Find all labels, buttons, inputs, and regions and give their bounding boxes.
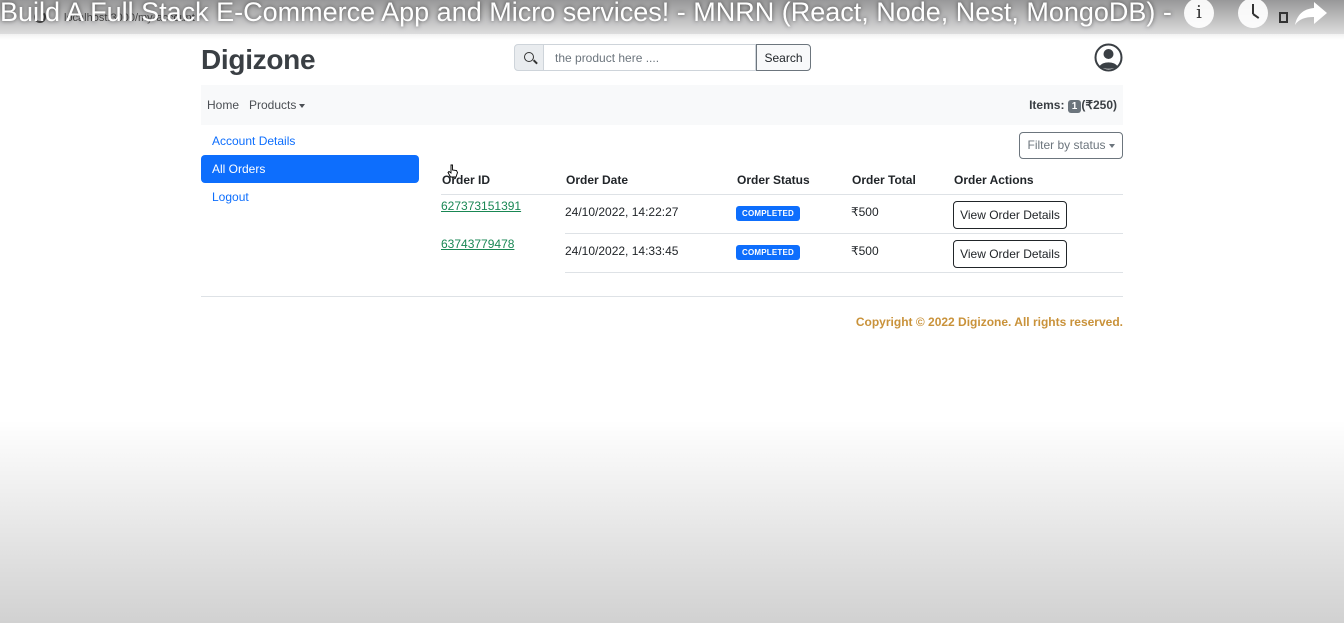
nav-products-dropdown[interactable]: Products [249,98,306,112]
order-date: 24/10/2022, 14:33:45 [565,233,736,273]
filter-by-status-dropdown[interactable]: Filter by status [1019,132,1123,159]
chevron-down-icon [299,103,306,108]
column-header: Order Total [851,166,953,195]
account-sidebar: Account Details All Orders Logout [201,126,419,211]
order-date: 24/10/2022, 14:22:27 [565,194,736,234]
table-row: 63743779478 24/10/2022, 14:33:45 COMPLET… [441,233,1123,273]
footer-copyright: Copyright © 2022 Digizone. All rights re… [855,315,1123,329]
order-id-link[interactable]: 627373151391 [441,199,521,213]
order-id-cell: 63743779478 [441,233,565,272]
nav-products-label: Products [249,98,297,112]
footer-divider [201,296,1123,297]
cart-total: (₹250) [1081,98,1117,112]
video-bottom-shade [0,420,1344,623]
user-account-icon[interactable] [1094,43,1123,72]
nav-home-link[interactable]: Home [207,98,239,112]
status-badge: COMPLETED [736,205,801,221]
column-header: Order Actions [953,166,1123,195]
navbar: Home Products Items: 1 (₹250) [201,85,1123,125]
table-row: 627373151391 24/10/2022, 14:22:27 COMPLE… [441,194,1123,234]
mouse-pointer-icon [447,164,458,178]
order-status-cell: COMPLETED [736,233,851,273]
sidebar-item-logout[interactable]: Logout [201,183,419,211]
search-icon [514,44,544,71]
column-header: Order ID [441,166,565,195]
sidebar-item-all-orders[interactable]: All Orders [201,155,419,183]
brand-logo[interactable]: Digizone [201,44,316,76]
order-id-cell: 627373151391 [441,194,565,233]
filter-label: Filter by status [1027,138,1106,152]
view-order-details-button[interactable]: View Order Details [953,200,1067,229]
order-actions-cell: View Order Details [953,194,1123,234]
order-actions-cell: View Order Details [953,233,1123,273]
chevron-down-icon [1108,143,1115,148]
view-order-details-button[interactable]: View Order Details [953,239,1067,268]
order-total: ₹500 [851,233,953,273]
column-header: Order Status [736,166,851,195]
sidebar-item-account-details[interactable]: Account Details [201,127,419,155]
video-title[interactable]: Build A Full Stack E-Commerce App and Mi… [0,0,1175,34]
search-bar: Search [514,44,811,71]
order-id-link[interactable]: 63743779478 [441,237,514,251]
share-icon[interactable] [1294,0,1328,26]
table-header-row: Order ID Order Date Order Status Order T… [441,166,1123,195]
order-total: ₹500 [851,194,953,234]
search-button[interactable]: Search [756,44,811,71]
column-header: Order Date [565,166,736,195]
miniplayer-icon[interactable] [1279,12,1288,23]
cart-summary[interactable]: Items: 1 (₹250) [1029,98,1117,113]
cart-label: Items: [1029,98,1065,112]
search-input[interactable] [544,44,756,71]
status-badge: COMPLETED [736,244,801,260]
order-status-cell: COMPLETED [736,194,851,234]
cart-count-badge: 1 [1067,100,1082,113]
orders-table: Order ID Order Date Order Status Order T… [441,166,1123,273]
